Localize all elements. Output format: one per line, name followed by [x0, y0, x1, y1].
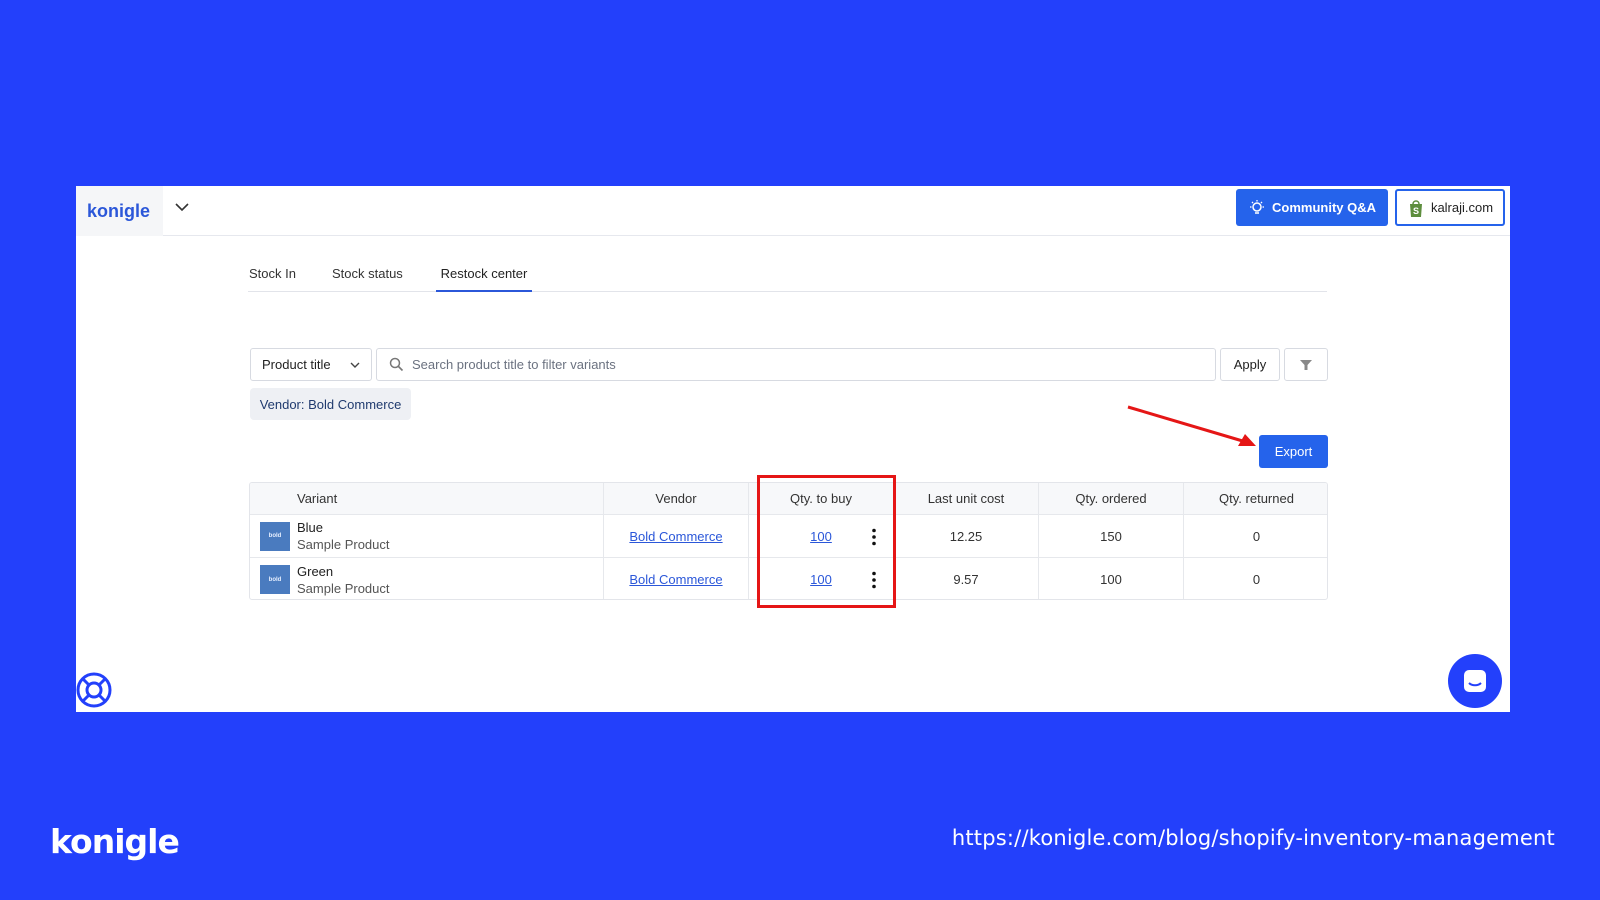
column-header-last-unit-cost[interactable]: Last unit cost: [894, 483, 1039, 514]
annotation-arrow: [1127, 405, 1256, 446]
brand-logo[interactable]: konigle: [76, 186, 163, 236]
tab-stock-status[interactable]: Stock status: [332, 253, 403, 292]
chat-launcher-button[interactable]: [1448, 654, 1502, 708]
variant-name: Blue: [297, 520, 324, 535]
lightbulb-icon: [1250, 199, 1264, 214]
top-bar: konigle Community Q&A S kalraji.com: [76, 186, 1510, 236]
tab-restock-center[interactable]: Restock center: [436, 253, 532, 292]
search-input[interactable]: [412, 357, 1192, 372]
footer-logo: konigle: [50, 822, 180, 861]
lifebuoy-icon[interactable]: [76, 672, 112, 708]
vendor-link[interactable]: Bold Commerce: [629, 572, 722, 587]
vendor-cell: Bold Commerce: [604, 558, 749, 599]
filter-field-label: Product title: [262, 357, 331, 372]
last-unit-cost-cell: 9.57: [894, 558, 1039, 599]
filter-field-select[interactable]: Product title: [250, 348, 372, 381]
variant-name: Green: [297, 563, 334, 579]
qty-ordered-cell: 150: [1039, 515, 1184, 557]
product-name: Sample Product: [297, 580, 390, 596]
column-header-vendor[interactable]: Vendor: [604, 483, 749, 514]
chat-icon: [1464, 670, 1486, 692]
product-thumbnail: bold: [260, 521, 290, 551]
vendor-link[interactable]: Bold Commerce: [629, 529, 722, 544]
column-header-qty-ordered[interactable]: Qty. ordered: [1039, 483, 1184, 514]
search-icon: [389, 357, 404, 372]
variant-cell: bold Blue Sample Product: [250, 515, 604, 557]
vendor-cell: Bold Commerce: [604, 515, 749, 557]
vendor-filter-chip[interactable]: Vendor: Bold Commerce: [250, 388, 411, 420]
qty-ordered-cell: 100: [1039, 558, 1184, 599]
community-qa-label: Community Q&A: [1272, 200, 1376, 215]
product-name: Sample Product: [297, 537, 390, 552]
filter-icon: [1300, 359, 1312, 370]
search-box: [376, 348, 1216, 381]
last-unit-cost-cell: 12.25: [894, 515, 1039, 557]
tab-stock-in[interactable]: Stock In: [249, 253, 296, 292]
product-thumbnail: bold: [260, 565, 290, 594]
chevron-down-icon: [350, 362, 360, 368]
shopify-bag-icon: S: [1409, 199, 1422, 217]
export-button[interactable]: Export: [1259, 435, 1328, 468]
qty-returned-cell: 0: [1252, 572, 1261, 587]
annotation-highlight-box: [757, 475, 896, 608]
footer-url: https://konigle.com/blog/shopify-invento…: [951, 826, 1555, 850]
chevron-down-icon[interactable]: [173, 198, 191, 216]
tab-bar: Stock In Stock status Restock center: [248, 253, 1327, 292]
community-qa-button[interactable]: Community Q&A: [1236, 189, 1388, 226]
column-header-variant[interactable]: Variant: [250, 483, 604, 514]
app-window: konigle Community Q&A S kalraji.com Stoc…: [76, 186, 1510, 712]
svg-text:S: S: [1413, 206, 1419, 216]
store-button[interactable]: S kalraji.com: [1395, 189, 1505, 226]
variant-cell: bold Green Sample Product: [250, 558, 604, 599]
filter-button[interactable]: [1284, 348, 1328, 381]
store-label: kalraji.com: [1430, 200, 1494, 215]
qty-returned-cell: 0: [1252, 528, 1261, 544]
apply-button[interactable]: Apply: [1220, 348, 1280, 381]
column-header-qty-returned[interactable]: Qty. returned: [1184, 483, 1327, 514]
